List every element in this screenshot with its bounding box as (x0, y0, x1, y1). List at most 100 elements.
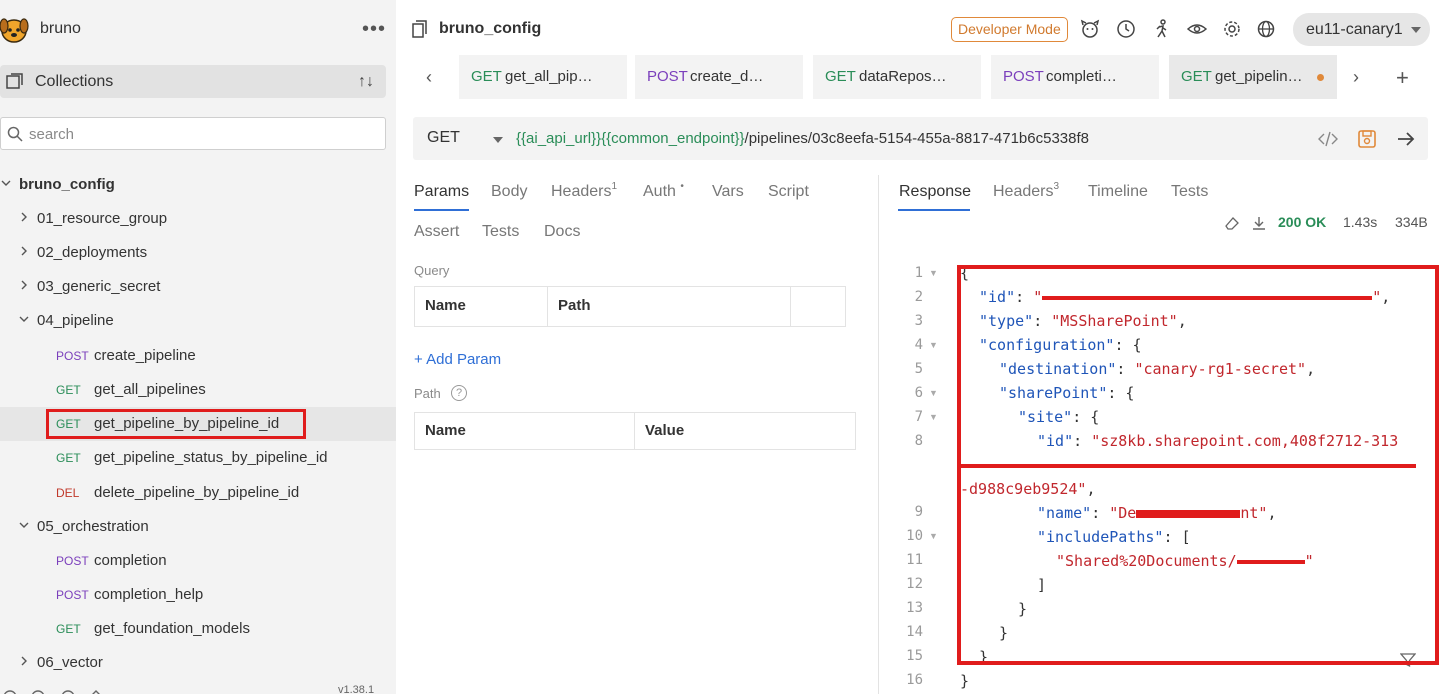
folder-01[interactable]: 01_resource_group (0, 202, 396, 236)
column-header: Name (415, 413, 635, 449)
sidebar-search[interactable] (0, 117, 386, 150)
tab-method: GET (471, 68, 502, 85)
folder-05[interactable]: 05_orchestration (0, 510, 396, 544)
tab-timeline[interactable]: Timeline (1088, 183, 1148, 201)
environment-select[interactable]: eu11-canary1 (1293, 13, 1430, 46)
tab-name: get_pipelin… (1215, 68, 1303, 85)
line-number: 16 (906, 672, 923, 688)
request-item[interactable]: GET get_pipeline_status_by_pipeline_id (0, 441, 396, 475)
tab-params[interactable]: Params (414, 183, 469, 201)
dog-icon[interactable] (1080, 19, 1100, 39)
tab-body[interactable]: Body (491, 183, 527, 201)
send-arrow-icon[interactable] (1396, 129, 1416, 149)
folder-label: 01_resource_group (37, 210, 168, 227)
footer-icons[interactable] (0, 687, 120, 694)
folder-label: 06_vector (37, 654, 103, 671)
query-params-table: Name Path (414, 286, 846, 327)
tab-name: create_d… (690, 68, 764, 85)
folder-06[interactable]: 06_vector (0, 646, 396, 680)
tab-auth[interactable]: Auth • (643, 181, 684, 201)
headers-count: 1 (611, 181, 618, 192)
method-badge: DEL (56, 486, 80, 500)
eye-icon[interactable] (1187, 19, 1207, 39)
request-item[interactable]: GET get_all_pipelines (0, 373, 396, 407)
sort-icon[interactable]: ↑↓ (358, 73, 374, 91)
app-window: bruno ••• Collections ↑↓ bruno_config (0, 0, 1440, 694)
new-tab-icon[interactable]: + (1396, 65, 1409, 91)
tab-vars[interactable]: Vars (712, 183, 744, 201)
tab-assert[interactable]: Assert (414, 223, 459, 241)
request-item[interactable]: POST completion_help (0, 578, 396, 612)
tab-tests[interactable]: Tests (482, 223, 519, 241)
tab-get-pipeline-active[interactable]: GET get_pipelin… (1169, 55, 1337, 99)
line-number: 3 (914, 313, 923, 329)
app-name: bruno (40, 20, 81, 37)
unsaved-dot-icon (1317, 74, 1324, 81)
globe-icon[interactable] (1256, 19, 1276, 39)
tab-response-tests[interactable]: Tests (1171, 183, 1208, 201)
line-number: 6 (914, 385, 923, 401)
line-number: 7 (914, 409, 923, 425)
folder-02[interactable]: 02_deployments (0, 236, 396, 270)
request-label: get_foundation_models (94, 620, 250, 637)
developer-mode-badge[interactable]: Developer Mode (951, 17, 1068, 42)
params-underline (414, 209, 469, 211)
search-icon (7, 126, 23, 142)
tab-get-all-pipelines[interactable]: GET get_all_pip… (459, 55, 627, 99)
request-label: delete_pipeline_by_pipeline_id (94, 484, 300, 501)
request-item[interactable]: POST completion (0, 544, 396, 578)
chevron-right-icon (21, 656, 27, 666)
clock-icon[interactable] (1116, 19, 1136, 39)
tab-response[interactable]: Response (899, 183, 971, 201)
request-label: completion (94, 552, 167, 569)
code-icon[interactable] (1318, 129, 1338, 149)
response-headers-count: 3 (1053, 181, 1060, 192)
request-item[interactable]: POST create_pipeline (0, 339, 396, 373)
auth-indicator: • (680, 181, 684, 192)
search-input[interactable] (29, 124, 369, 144)
method-badge: POST (56, 349, 89, 363)
fold-arrow-icon[interactable]: ▼ (929, 268, 938, 278)
tab-datarepos[interactable]: GET dataRepos… (813, 55, 981, 99)
runner-icon[interactable] (1151, 19, 1171, 39)
tabs-scroll-left-icon[interactable]: ‹ (426, 67, 432, 88)
download-icon[interactable] (1251, 215, 1267, 231)
url-input[interactable]: {{ai_api_url}}{{common_endpoint}}/pipeli… (516, 130, 1089, 147)
folder-03[interactable]: 03_generic_secret (0, 270, 396, 304)
tab-method: POST (1003, 68, 1044, 85)
request-item[interactable]: DEL delete_pipeline_by_pipeline_id (0, 476, 396, 510)
fold-arrow-icon[interactable]: ▼ (929, 340, 938, 350)
tab-create-d[interactable]: POST create_d… (635, 55, 803, 99)
response-underline (898, 209, 970, 211)
gear-icon[interactable] (1222, 19, 1242, 39)
tab-name: get_all_pip… (505, 68, 593, 85)
chevron-down-icon (1, 180, 11, 186)
fold-arrow-icon[interactable]: ▼ (929, 412, 938, 422)
fold-arrow-icon[interactable]: ▼ (929, 531, 938, 541)
tabs-scroll-right-icon[interactable]: › (1353, 67, 1359, 88)
method-select[interactable]: GET (427, 129, 460, 147)
pane-divider[interactable] (878, 175, 879, 694)
sidebar-header: bruno ••• (0, 0, 396, 60)
folder-04[interactable]: 04_pipeline (0, 304, 396, 338)
tab-docs[interactable]: Docs (544, 223, 580, 241)
tab-completion[interactable]: POST completi… (991, 55, 1159, 99)
add-param-button[interactable]: + Add Param (414, 351, 501, 368)
folder-label: 04_pipeline (37, 312, 114, 329)
more-options-icon[interactable]: ••• (362, 18, 386, 41)
collection-icon (412, 20, 427, 38)
tab-script[interactable]: Script (768, 183, 809, 201)
folder-label: 03_generic_secret (37, 278, 161, 295)
save-icon[interactable] (1357, 129, 1377, 149)
collections-header[interactable]: Collections ↑↓ (0, 65, 386, 98)
help-icon[interactable]: ? (451, 385, 467, 401)
line-number: 8 (914, 433, 923, 449)
eraser-icon[interactable] (1224, 215, 1240, 231)
tab-method: GET (1181, 68, 1212, 85)
tab-response-headers[interactable]: Headers3 (993, 181, 1060, 201)
tab-headers[interactable]: Headers1 (551, 181, 618, 201)
chevron-down-icon[interactable] (493, 137, 503, 143)
fold-arrow-icon[interactable]: ▼ (929, 388, 938, 398)
collection-root[interactable]: bruno_config (0, 168, 396, 202)
request-item[interactable]: GET get_foundation_models (0, 612, 396, 646)
